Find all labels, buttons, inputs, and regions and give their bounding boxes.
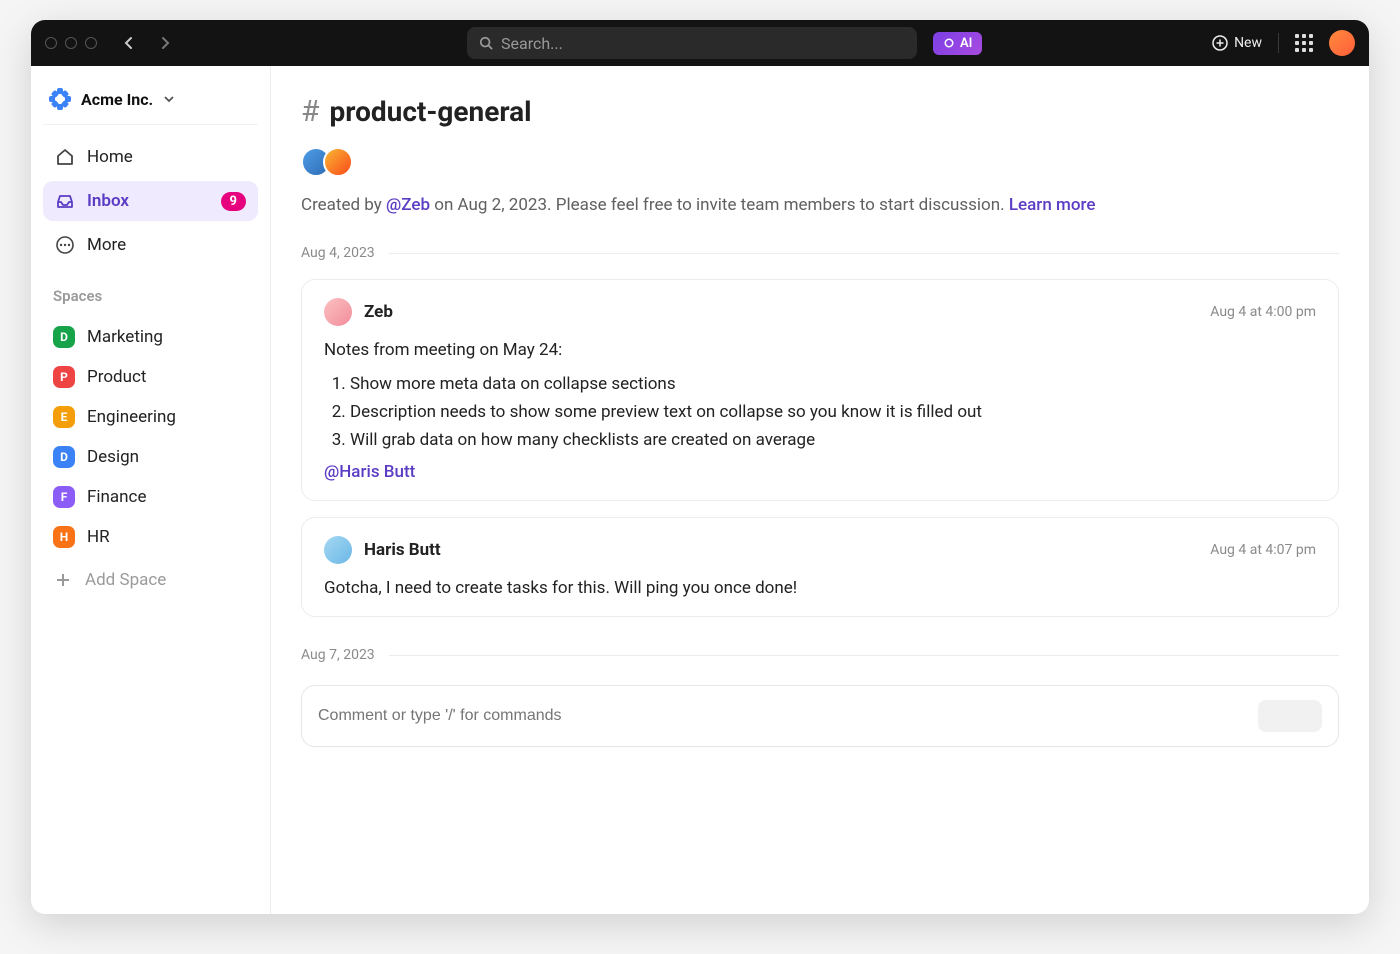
list-item: Show more meta data on collapse sections [350,370,1316,398]
channel-description: Created by @Zeb on Aug 2, 2023. Please f… [301,195,1339,215]
main-content: # product-general Created by @Zeb on Aug… [271,66,1369,914]
workspace-switcher[interactable]: Acme Inc. [43,80,258,125]
space-item-engineering[interactable]: E Engineering [43,397,258,437]
space-label: Finance [87,487,146,507]
message-text: Notes from meeting on May 24: [324,340,1316,360]
nav-more-label: More [87,235,126,255]
space-label: HR [87,527,110,547]
nav-home[interactable]: Home [43,137,258,177]
list-item: Description needs to show some preview t… [350,398,1316,426]
sidebar: Acme Inc. Home Inbox 9 More Spaces D Mark… [31,66,271,914]
space-item-hr[interactable]: H HR [43,517,258,557]
space-badge: E [53,406,75,428]
date-label: Aug 7, 2023 [301,647,375,663]
message: Haris Butt Aug 4 at 4:07 pm Gotcha, I ne… [301,517,1339,617]
space-badge: D [53,446,75,468]
space-badge: D [53,326,75,348]
creator-mention[interactable]: @Zeb [386,195,430,215]
titlebar: Search... AI New [31,20,1369,66]
message: Zeb Aug 4 at 4:00 pm Notes from meeting … [301,279,1339,501]
plus-circle-icon [1212,35,1228,51]
ai-label: AI [960,36,972,51]
space-item-marketing[interactable]: D Marketing [43,317,258,357]
workspace-logo-icon [49,88,71,110]
channel-name: product-general [329,95,531,128]
nav-home-label: Home [87,147,133,167]
new-button[interactable]: New [1212,35,1262,51]
space-badge: H [53,526,75,548]
channel-members[interactable] [301,147,1339,177]
message-author: Haris Butt [364,540,441,560]
message-time: Aug 4 at 4:07 pm [1210,542,1316,558]
apps-grid-icon[interactable] [1295,34,1313,52]
chevron-down-icon [163,93,175,105]
more-icon [55,235,75,255]
message-text: Gotcha, I need to create tasks for this.… [324,578,1316,598]
space-item-design[interactable]: D Design [43,437,258,477]
nav-more[interactable]: More [43,225,258,265]
plus-icon [53,570,73,590]
member-avatar[interactable] [323,147,353,177]
ai-button[interactable]: AI [933,32,982,55]
nav-inbox[interactable]: Inbox 9 [43,181,258,221]
space-label: Marketing [87,327,163,347]
message-avatar[interactable] [324,298,352,326]
global-search[interactable]: Search... [467,27,917,59]
app-window: Search... AI New [31,20,1369,914]
nav-forward-button[interactable] [151,29,179,57]
comment-composer[interactable] [301,685,1339,747]
space-item-finance[interactable]: F Finance [43,477,258,517]
channel-header: # product-general [301,94,1339,129]
space-label: Design [87,447,139,467]
add-space-label: Add Space [85,570,166,590]
date-label: Aug 4, 2023 [301,245,375,261]
message-time: Aug 4 at 4:00 pm [1210,304,1316,320]
user-avatar[interactable] [1329,30,1355,56]
space-item-product[interactable]: P Product [43,357,258,397]
comment-input[interactable] [318,707,1248,725]
nav-inbox-label: Inbox [87,191,129,211]
sparkle-icon [943,37,955,49]
divider [1278,33,1279,53]
nav-back-button[interactable] [115,29,143,57]
inbox-icon [55,191,75,211]
learn-more-link[interactable]: Learn more [1009,195,1096,215]
space-badge: F [53,486,75,508]
space-label: Engineering [87,407,176,427]
hash-icon: # [301,94,319,129]
mention-link[interactable]: @Haris Butt [324,462,415,482]
window-controls[interactable] [45,37,97,49]
space-label: Product [87,367,146,387]
message-avatar[interactable] [324,536,352,564]
search-icon [479,36,493,50]
new-label: New [1234,35,1262,51]
list-item: Will grab data on how many checklists ar… [350,426,1316,454]
inbox-badge: 9 [221,192,246,211]
search-placeholder: Search... [501,34,563,53]
message-author: Zeb [364,302,393,322]
date-separator: Aug 4, 2023 [301,245,1339,261]
add-space-button[interactable]: Add Space [43,561,258,599]
space-badge: P [53,366,75,388]
send-button[interactable] [1258,700,1322,732]
home-icon [55,147,75,167]
spaces-section-label: Spaces [43,269,258,313]
date-separator: Aug 7, 2023 [301,647,1339,663]
workspace-name: Acme Inc. [81,90,153,109]
